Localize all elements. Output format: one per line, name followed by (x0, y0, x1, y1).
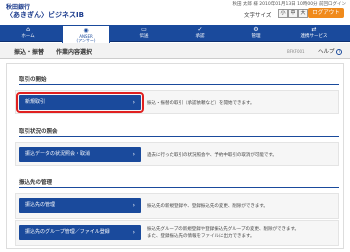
question-icon: ? (336, 48, 343, 55)
nav-label: 承認 (195, 34, 205, 39)
page-title: 作業内容選択 (56, 49, 93, 56)
nav-label: ANSER (アンサー) (76, 34, 96, 43)
user-info: 秋田 太郎 様 2010年01月13日 10時00分 前回ログイン (232, 2, 346, 7)
payee-management-desc: 振込先の新規登録や、登録振込先の変更、削除ができます。 (147, 204, 268, 209)
sub-header: 振込・振替 作業内容選択 BFKF001 ヘルプ ? (0, 43, 350, 59)
breadcrumb: 振込・振替 (14, 49, 45, 56)
nav-label: 管理 (251, 34, 261, 39)
help-label: ヘルプ (318, 49, 335, 55)
section-title-start: 取引の開始 (19, 77, 47, 83)
link-icon: ⇄ (311, 26, 317, 33)
font-size-large-button[interactable]: 大 (298, 9, 308, 18)
font-size-label: 文字サイズ (244, 13, 272, 19)
gear-icon: ⚙ (253, 26, 259, 33)
global-nav: ⌂ ホーム ◉ ANSER (アンサー) ▭ 伝送 ✓ 承認 ⚙ 管理 ⇄ 連携… (0, 25, 350, 43)
section-divider (19, 84, 339, 85)
home-icon: ⌂ (26, 26, 30, 33)
page: 秋田銀行 〈あきぎん〉ビジネスIB 秋田 太郎 様 2010年01月13日 10… (0, 0, 350, 252)
chevron-right-icon: › (132, 151, 135, 158)
new-transaction-desc: 振込・振替の取引（承認依頼など）を開始できます。 (147, 101, 255, 106)
chevron-right-icon: › (132, 99, 135, 106)
button-label: 振込先のグループ管理／ファイル登録 (25, 229, 110, 235)
nav-item-approval[interactable]: ✓ 承認 (176, 25, 224, 42)
transmission-icon: ▭ (141, 26, 147, 33)
button-label: 振込先の管理 (25, 202, 56, 208)
nav-item-linked-services[interactable]: ⇄ 連携サービス (286, 25, 342, 42)
nav-item-home[interactable]: ⌂ ホーム (4, 25, 52, 42)
screen-code: BFKF001 (287, 49, 305, 54)
button-label: 振込データの状況照会・取消 (25, 151, 91, 157)
payee-group-file-button[interactable]: 振込先のグループ管理／ファイル登録 › (19, 225, 141, 240)
new-transaction-button[interactable]: 新規取引 › (16, 92, 144, 113)
main-content: 取引の開始 新規取引 › 振込・振替の取引（承認依頼など）を開始できます。 取引… (6, 63, 344, 249)
chevron-right-icon: › (132, 202, 135, 209)
section-title-payee: 振込先の管理 (19, 180, 53, 186)
approval-icon: ✓ (197, 26, 203, 33)
font-size-small-button[interactable]: 小 (278, 9, 288, 18)
section-title-status: 取引状況の照会 (19, 129, 58, 135)
status-inquiry-desc: 過去に行った取引の状況照会や、予約中取引の取消が可能です。 (147, 153, 277, 158)
nav-item-management[interactable]: ⚙ 管理 (232, 25, 280, 42)
button-label: 新規取引 (25, 99, 46, 105)
nav-item-transmission[interactable]: ▭ 伝送 (120, 25, 168, 42)
nav-item-anser[interactable]: ◉ ANSER (アンサー) (62, 25, 110, 43)
nav-label: 連携サービス (300, 34, 328, 39)
status-inquiry-cancel-button[interactable]: 振込データの状況照会・取消 › (19, 147, 141, 162)
section-divider (19, 136, 339, 137)
logout-button[interactable]: ログアウト (308, 8, 344, 18)
bank-logo-bottom: 〈あきぎん〉ビジネスIB (6, 11, 84, 19)
nav-label: ホーム (21, 34, 35, 39)
nav-label: 伝送 (139, 34, 149, 39)
payee-group-desc: 振込先グループの新規登録や登録振込先グループの変更、削除ができます。 また、登録… (147, 227, 300, 239)
font-size-medium-button[interactable]: 中 (288, 9, 298, 18)
payee-management-button[interactable]: 振込先の管理 › (19, 198, 141, 213)
chevron-right-icon: › (132, 229, 135, 236)
help-link[interactable]: ヘルプ ? (318, 47, 343, 55)
section-divider (19, 187, 339, 188)
